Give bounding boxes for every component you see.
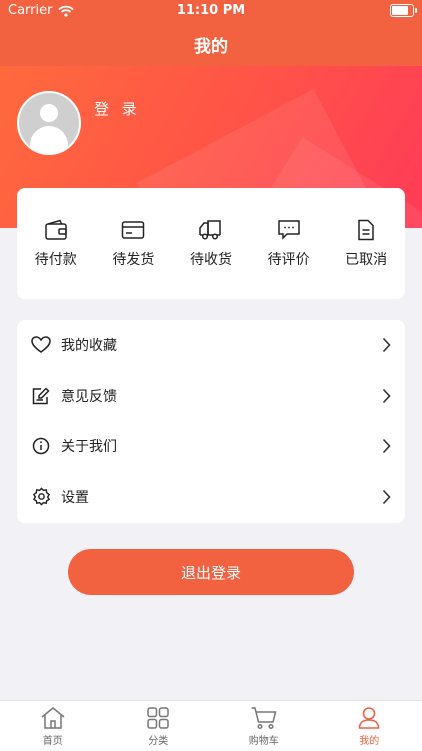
tab-home[interactable]: 首页 [0, 701, 106, 751]
order-pending-payment[interactable]: 待付款 [21, 219, 91, 269]
navigation-bar: 我的 [0, 22, 422, 66]
avatar-body [30, 126, 68, 155]
order-cancelled[interactable]: 已取消 [331, 219, 401, 269]
tab-label: 首页 [43, 732, 63, 747]
comment-icon [277, 219, 301, 241]
menu-item-feedback[interactable]: 意见反馈 [17, 371, 405, 422]
order-label: 待评价 [268, 249, 310, 269]
order-pending-shipment[interactable]: 待发货 [98, 219, 168, 269]
chevron-right-icon [382, 388, 391, 404]
status-time: 11:10 PM [0, 3, 422, 18]
tab-mine[interactable]: 我的 [317, 701, 422, 751]
menu-item-settings[interactable]: 设置 [17, 472, 405, 523]
home-icon [40, 706, 66, 730]
tab-label: 分类 [148, 732, 168, 747]
avatar-head [40, 104, 58, 122]
document-icon [355, 219, 377, 241]
menu-list: 我的收藏 意见反馈 关于我们 [17, 320, 405, 523]
chevron-right-icon [382, 337, 391, 353]
menu-label: 意见反馈 [61, 386, 117, 406]
menu-label: 关于我们 [61, 436, 117, 456]
status-bar: Carrier 11:10 PM [0, 0, 422, 22]
order-label: 待付款 [35, 249, 77, 269]
menu-label: 设置 [61, 487, 89, 507]
menu-item-about[interactable]: 关于我们 [17, 421, 405, 472]
heart-icon [31, 335, 51, 355]
tab-label: 我的 [359, 732, 379, 747]
card-icon [121, 219, 145, 241]
tab-cart[interactable]: 购物车 [211, 701, 317, 751]
logout-button[interactable]: 退出登录 [68, 549, 354, 595]
wallet-icon [44, 219, 68, 241]
order-pending-review[interactable]: 待评价 [254, 219, 324, 269]
battery-fill [392, 6, 408, 15]
truck-icon [198, 219, 224, 241]
order-pending-receipt[interactable]: 待收货 [176, 219, 246, 269]
page-title: 我的 [194, 32, 228, 57]
order-label: 已取消 [345, 249, 387, 269]
order-status-card: 待付款 待发货 待收货 待评价 [17, 188, 405, 299]
menu-item-favorites[interactable]: 我的收藏 [17, 320, 405, 371]
menu-label: 我的收藏 [61, 335, 117, 355]
order-label: 待发货 [112, 249, 154, 269]
tab-label: 购物车 [249, 732, 279, 747]
tab-bar: 首页 分类 购物车 我的 [0, 700, 422, 751]
chevron-right-icon [382, 438, 391, 454]
login-link[interactable]: 登 录 [94, 98, 141, 119]
gear-icon [31, 487, 51, 507]
battery-icon [390, 4, 414, 17]
user-icon [357, 706, 381, 730]
grid-icon [146, 706, 170, 730]
tab-category[interactable]: 分类 [106, 701, 212, 751]
avatar[interactable] [17, 91, 81, 155]
chevron-right-icon [382, 489, 391, 505]
info-icon [31, 436, 51, 456]
cart-icon [250, 706, 278, 730]
order-label: 待收货 [190, 249, 232, 269]
feedback-icon [31, 386, 51, 406]
